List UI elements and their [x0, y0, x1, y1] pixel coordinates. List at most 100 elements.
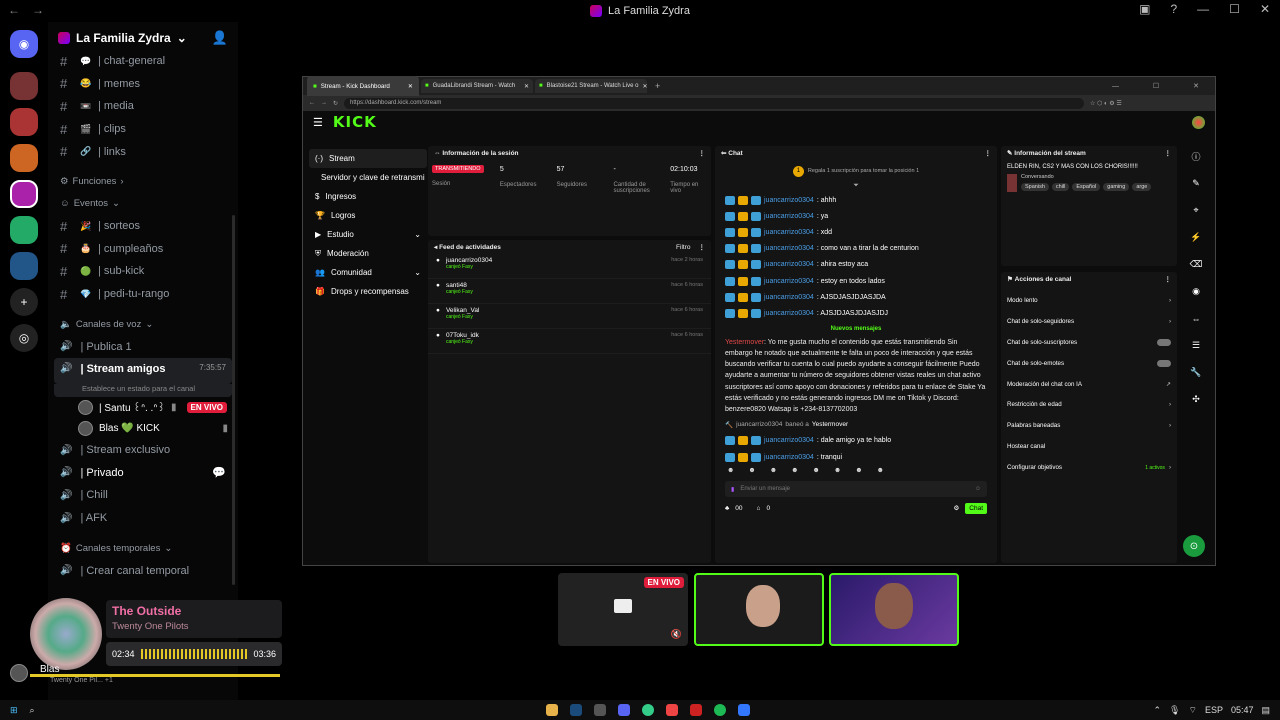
window-controls[interactable]: — ☐ ✕ [1112, 82, 1215, 90]
chat-message[interactable]: juancarrizo0304: ya [715, 208, 997, 224]
collapse-icon[interactable]: ⏷ [715, 182, 997, 192]
spotify-icon[interactable] [714, 704, 726, 716]
forward-icon[interactable]: → [321, 100, 327, 106]
reload-icon[interactable]: ↻ [333, 100, 338, 107]
close-tab-icon[interactable]: ✕ [408, 83, 413, 90]
discord-icon[interactable] [618, 704, 630, 716]
tab-kick-dashboard[interactable]: ■ Stream - Kick Dashboard ✕ [307, 75, 419, 97]
channel-sub-kick[interactable]: # 🟢 | sub-kick [48, 260, 238, 283]
category-funciones[interactable]: ⚙ Funciones › [48, 171, 238, 193]
more-icon[interactable]: ⋮ [699, 243, 706, 251]
emote-icon[interactable]: ☻ [813, 467, 820, 475]
emote-icon[interactable]: ☻ [727, 467, 734, 475]
webcam-tile[interactable] [829, 573, 959, 646]
server-avatar-active[interactable] [10, 180, 38, 208]
voice-channel-stream-exclusivo[interactable]: 🔊 | Stream exclusivo [48, 439, 238, 462]
volume-bar[interactable] [30, 674, 280, 677]
wrench-icon[interactable]: 🔧 [1183, 359, 1209, 386]
feed-item[interactable]: ● santi48 canjeó Faxy hace 6 horas [428, 279, 711, 304]
chat-message[interactable]: juancarrizo0304: como van a tirar la de … [715, 241, 997, 257]
more-icon[interactable]: ⋮ [985, 149, 992, 157]
extensions-icon[interactable]: ☆ ⬡ ◐ ⚙ ☰ [1090, 100, 1122, 107]
server-avatar[interactable] [10, 216, 38, 244]
voice-member[interactable]: | Santu ꒰ᐢ. .ᐢ꒱ ▮ EN VIVO [48, 397, 238, 418]
emote-icon[interactable]: ☻ [770, 467, 777, 475]
tab-blastoise21[interactable]: ■ Blastoise21 Stream - Watch Live o ✕ [535, 79, 647, 93]
info-icon[interactable]: ⓘ [1183, 143, 1209, 170]
webcam-tile[interactable] [694, 573, 824, 646]
tab-guadalibrandi[interactable]: ■ GuadaLibrandi Stream - Watch ✕ [421, 79, 533, 93]
kick-logo[interactable]: KICK [333, 113, 377, 131]
tray-chevron-icon[interactable]: ⌃ [1153, 705, 1161, 716]
category-eventos[interactable]: ☺ Eventos ⌄ [48, 193, 238, 215]
action-configurar-objetivos[interactable]: Configurar objetivos 1 activos › [1001, 457, 1177, 478]
emote-icon[interactable]: ☻ [834, 467, 841, 475]
voice-channel-privado[interactable]: 🔊 | Privado 💬 [48, 462, 238, 485]
tag[interactable]: gaming [1103, 183, 1130, 191]
chat-icon[interactable]: ◉ [1183, 278, 1209, 305]
media-icon[interactable] [690, 704, 702, 716]
chat-message[interactable]: juancarrizo0304: dale amigo ya te hablo [715, 433, 997, 449]
channel-clips[interactable]: # 🎬 | clips [48, 118, 238, 141]
more-icon[interactable]: ⋮ [1165, 275, 1172, 283]
help-icon[interactable]: ? [1170, 2, 1177, 16]
list-icon[interactable]: ☰ [1183, 332, 1209, 359]
filter-button[interactable]: Filtro [676, 244, 690, 251]
feed-item[interactable]: ● juancarrizo0304 canjeó Faxy hace 2 horas [428, 254, 711, 279]
expand-icon[interactable]: ⇔ [1183, 305, 1209, 332]
add-member-icon[interactable]: 👤 [212, 30, 228, 46]
channel-media[interactable]: # 📼 | media [48, 95, 238, 118]
chat-message[interactable]: juancarrizo0304: xdd [715, 224, 997, 240]
minimize-button[interactable]: — [1197, 2, 1209, 16]
scrollbar[interactable] [232, 215, 235, 585]
url-input[interactable]: https://dashboard.kick.com/stream [344, 97, 1085, 109]
feed-item[interactable]: ● 07Toku_idk canjeó Faxy hace 6 horas [428, 329, 711, 354]
brave-icon[interactable] [666, 704, 678, 716]
voice-channel-publica[interactable]: 🔊 | Publica 1 [48, 335, 238, 358]
back-arrow-icon[interactable]: ← [8, 3, 20, 17]
emoji-icon[interactable]: ☺ [975, 486, 981, 492]
action-modo-lento[interactable]: Modo lento › [1001, 290, 1177, 311]
feed-item[interactable]: ● Velikan_Val canjeó Faxy hace 6 horas [428, 304, 711, 329]
toggle-switch[interactable] [1157, 359, 1171, 367]
puzzle-icon[interactable]: ✣ [1183, 386, 1209, 413]
action-solo-emotes[interactable]: Chat de solo-emotes [1001, 353, 1177, 374]
voice-channel-afk[interactable]: 🔊 | AFK [48, 507, 238, 530]
category-temporales[interactable]: ⏰ Canales temporales ⌄ [48, 537, 238, 559]
server-avatar[interactable] [10, 144, 38, 172]
channel-chat-general[interactable]: # 💬 | chat-general [48, 50, 238, 73]
gift-banner[interactable]: 1 Regala 1 suscripción para tomar la posi… [715, 160, 997, 182]
profile-avatar[interactable] [1192, 115, 1205, 129]
action-solo-suscriptores[interactable]: Chat de solo-suscriptores [1001, 332, 1177, 353]
server-avatar[interactable] [10, 108, 38, 136]
nav-drops[interactable]: 🎁 Drops y recompensas [309, 282, 427, 301]
tag[interactable]: chill [1051, 183, 1070, 191]
server-avatar[interactable] [10, 252, 38, 280]
nav-servidor[interactable]: Servidor y clave de retransmi [309, 168, 427, 187]
help-chat-icon[interactable]: ⊙ [1183, 535, 1205, 557]
more-icon[interactable]: ⋮ [699, 149, 706, 157]
tag[interactable]: Spanish [1021, 183, 1049, 191]
tag[interactable]: Español [1072, 183, 1101, 191]
nav-moderacion[interactable]: ⛨ Moderación [309, 244, 427, 263]
chat-message[interactable]: juancarrizo0304: ahhh [715, 192, 997, 208]
search-icon[interactable]: ⌕ [30, 705, 35, 716]
channel-status[interactable]: Establece un estado para el canal [54, 383, 232, 397]
nav-ingresos[interactable]: $ Ingresos [309, 187, 427, 206]
discover-icon[interactable]: ◎ [10, 324, 38, 352]
pencil-icon[interactable]: ✎ [1183, 170, 1209, 197]
chat-send-button[interactable]: Chat [965, 502, 987, 514]
chat-input[interactable]: ▮ Enviar un mensaje ☺ [725, 481, 987, 498]
user-panel[interactable]: Blas Twenty One Pil... +1 [10, 660, 280, 686]
back-icon[interactable]: ← [309, 100, 315, 106]
target-icon[interactable]: ⌖ [1183, 197, 1209, 224]
mic-icon[interactable]: 🎙 [1169, 705, 1180, 716]
action-palabras-baneadas[interactable]: Palabras baneadas › [1001, 415, 1177, 436]
discord-home-icon[interactable]: ◉ [10, 30, 38, 58]
chrome-icon[interactable] [642, 704, 654, 716]
inbox-icon[interactable]: ▣ [1139, 2, 1150, 16]
flash-icon[interactable]: ⚡ [1183, 224, 1209, 251]
server-avatar[interactable] [10, 72, 38, 100]
tag[interactable]: arge [1132, 183, 1152, 191]
windows-start-icon[interactable]: ⊞ [10, 705, 18, 716]
